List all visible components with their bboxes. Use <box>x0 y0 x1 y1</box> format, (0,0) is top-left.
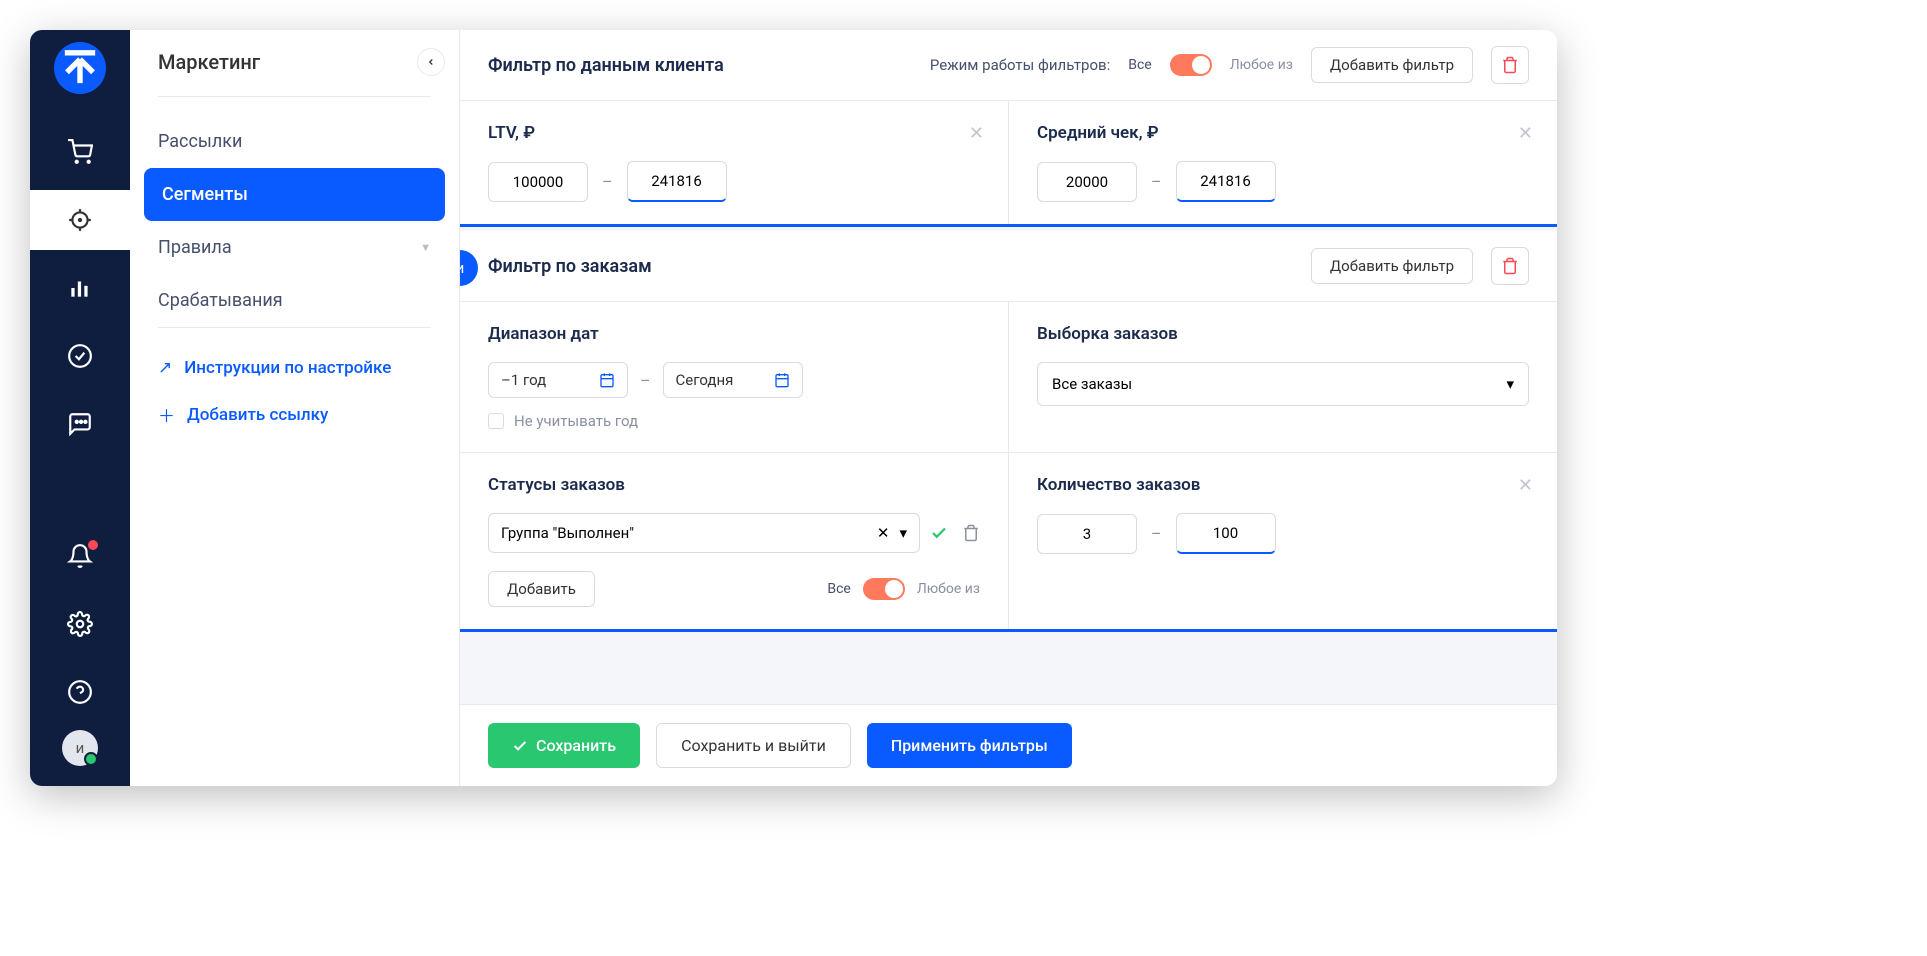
rail-check-icon[interactable] <box>30 326 130 386</box>
order-filter-section: Фильтр по заказам Добавить фильтр Диапаз… <box>460 231 1557 632</box>
mode-all-label: Все <box>1128 57 1151 73</box>
order-status-filter: Статусы заказов Группа "Выполнен" ✕ ▾ Доб… <box>460 453 1009 629</box>
footer-actions: Сохранить Сохранить и выйти Применить фи… <box>460 704 1557 786</box>
rail-target-icon[interactable] <box>30 190 130 250</box>
check-icon <box>512 738 528 754</box>
add-status-button[interactable]: Добавить <box>488 571 595 607</box>
sidebar-title: Маркетинг <box>158 50 260 74</box>
filter-label: LTV, ₽ <box>488 123 980 143</box>
order-selection-filter: Выборка заказов Все заказы ▾ <box>1009 302 1557 452</box>
ltv-filter: LTV, ₽ ✕ – <box>460 101 1009 224</box>
chevron-down-icon: ▾ <box>899 524 907 542</box>
date-range-filter: Диапазон дат –1 год – Сегодня Не учитыва… <box>460 302 1009 452</box>
section-title: Фильтр по заказам <box>488 256 652 277</box>
add-link[interactable]: ＋ Добавить ссылку <box>130 390 459 439</box>
nav-segmenty[interactable]: Сегменты <box>144 168 445 221</box>
app-window: и Маркетинг Рассылки Сегменты Правила ▼ С… <box>30 30 1557 786</box>
nav-pravila[interactable]: Правила ▼ <box>130 221 459 274</box>
status-value: Группа "Выполнен" <box>501 524 634 542</box>
divider <box>158 96 431 97</box>
delete-section-button[interactable] <box>1491 247 1529 285</box>
ltv-to-input[interactable] <box>627 161 727 202</box>
checkbox-label: Не учитывать год <box>514 412 638 430</box>
user-avatar[interactable]: и <box>62 730 98 766</box>
order-selection-dropdown[interactable]: Все заказы ▾ <box>1037 362 1529 406</box>
calendar-icon <box>599 372 615 388</box>
filter-mode-label: Режим работы фильтров: <box>930 56 1110 74</box>
order-count-filter: Количество заказов ✕ – <box>1009 453 1557 629</box>
main-content: и Фильтр по данным клиента Режим работы … <box>460 30 1557 786</box>
link-label: Добавить ссылку <box>187 405 328 425</box>
icon-rail: и <box>30 30 130 786</box>
date-value: –1 год <box>501 371 546 389</box>
save-exit-button[interactable]: Сохранить и выйти <box>656 723 851 768</box>
collapse-sidebar-button[interactable] <box>417 48 445 76</box>
nav-rassylki[interactable]: Рассылки <box>130 115 459 168</box>
instructions-link[interactable]: ↗ Инструкции по настройке <box>130 346 459 390</box>
save-button[interactable]: Сохранить <box>488 723 640 768</box>
add-filter-button[interactable]: Добавить фильтр <box>1311 248 1473 284</box>
notification-dot-icon <box>88 540 98 550</box>
range-separator: – <box>640 371 651 390</box>
confirm-button[interactable] <box>930 524 948 542</box>
filter-label: Средний чек, ₽ <box>1037 123 1529 143</box>
filter-label: Диапазон дат <box>488 324 980 344</box>
rail-help-icon[interactable] <box>30 662 130 722</box>
delete-section-button[interactable] <box>1491 46 1529 84</box>
link-label: Инструкции по настройке <box>184 358 391 378</box>
remove-filter-button[interactable]: ✕ <box>969 123 984 144</box>
remove-filter-button[interactable]: ✕ <box>1518 123 1533 144</box>
avg-from-input[interactable] <box>1037 162 1137 202</box>
delete-status-button[interactable] <box>962 524 980 542</box>
calendar-icon <box>774 372 790 388</box>
remove-filter-button[interactable]: ✕ <box>1518 475 1533 496</box>
avg-to-input[interactable] <box>1176 161 1276 202</box>
external-link-icon: ↗ <box>158 358 172 378</box>
select-value: Все заказы <box>1052 375 1132 393</box>
button-label: Сохранить <box>536 736 616 755</box>
rail-settings-icon[interactable] <box>30 594 130 654</box>
rail-bell-icon[interactable] <box>30 526 130 586</box>
clear-icon[interactable]: ✕ <box>877 524 890 542</box>
range-separator: – <box>602 172 613 191</box>
apply-filters-button[interactable]: Применить фильтры <box>867 723 1072 768</box>
avg-check-filter: Средний чек, ₽ ✕ – <box>1009 101 1557 224</box>
range-separator: – <box>1151 172 1162 191</box>
mode-any-label: Любое из <box>1230 57 1293 73</box>
plus-icon: ＋ <box>158 402 175 427</box>
nav-srabatyvaniya[interactable]: Срабатывания <box>130 274 459 327</box>
rail-cart-icon[interactable] <box>30 122 130 182</box>
section-title: Фильтр по данным клиента <box>488 55 724 76</box>
range-separator: – <box>1151 524 1162 543</box>
chevron-down-icon: ▼ <box>420 241 431 254</box>
ignore-year-checkbox[interactable] <box>488 413 504 429</box>
count-to-input[interactable] <box>1176 513 1276 554</box>
filter-mode-toggle[interactable] <box>1170 54 1212 76</box>
ltv-from-input[interactable] <box>488 162 588 202</box>
filter-label: Количество заказов <box>1037 475 1529 495</box>
rail-analytics-icon[interactable] <box>30 258 130 318</box>
status-select[interactable]: Группа "Выполнен" ✕ ▾ <box>488 513 920 553</box>
date-to-field[interactable]: Сегодня <box>663 362 803 398</box>
rail-chat-icon[interactable] <box>30 394 130 454</box>
nav-label: Правила <box>158 237 232 258</box>
logo-icon[interactable] <box>54 42 106 94</box>
chevron-down-icon: ▾ <box>1506 375 1514 393</box>
filter-label: Статусы заказов <box>488 475 980 495</box>
divider <box>158 327 431 328</box>
date-from-field[interactable]: –1 год <box>488 362 628 398</box>
mode-any-label: Любое из <box>917 581 980 597</box>
sidebar: Маркетинг Рассылки Сегменты Правила ▼ Сра… <box>130 30 460 786</box>
count-from-input[interactable] <box>1037 514 1137 554</box>
date-value: Сегодня <box>676 371 734 389</box>
add-filter-button[interactable]: Добавить фильтр <box>1311 47 1473 83</box>
mode-all-label: Все <box>827 581 850 597</box>
filter-label: Выборка заказов <box>1037 324 1529 344</box>
status-mode-toggle[interactable] <box>863 578 905 600</box>
client-filter-section: Фильтр по данным клиента Режим работы фи… <box>460 30 1557 227</box>
